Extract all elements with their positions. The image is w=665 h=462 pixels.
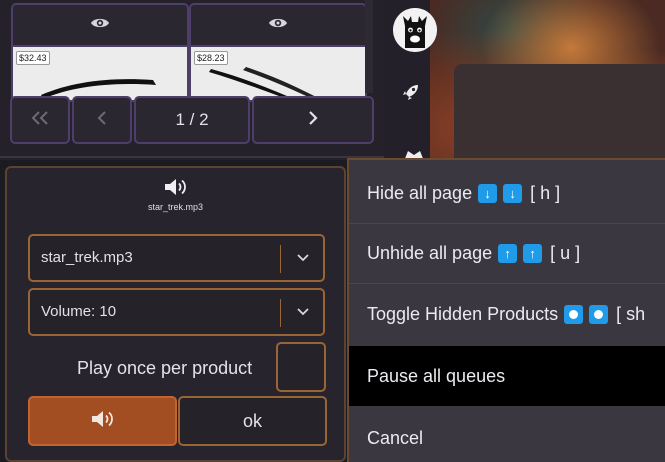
menu-shortcut: [ h ] bbox=[530, 183, 561, 203]
play-sound-button[interactable] bbox=[28, 396, 177, 446]
card-header bbox=[191, 5, 365, 47]
eye-icon[interactable] bbox=[90, 16, 110, 35]
background-panel bbox=[454, 64, 665, 160]
sound-select[interactable]: star_trek.mp3 bbox=[28, 234, 325, 282]
product-photo bbox=[209, 67, 323, 100]
arrow-up-icon: ↑ bbox=[523, 244, 543, 263]
arrow-down-icon: ↓ bbox=[478, 184, 498, 203]
arrow-down-icon: ↓ bbox=[503, 184, 523, 203]
volume-select[interactable]: Volume: 10 bbox=[28, 288, 325, 336]
menu-item-label: Cancel bbox=[367, 427, 424, 448]
product-image[interactable]: $32.43 bbox=[13, 47, 187, 100]
page-indicator: 1 / 2 bbox=[134, 96, 250, 144]
chevron-down-icon bbox=[296, 304, 310, 322]
prev-page-button[interactable] bbox=[72, 96, 132, 144]
menu-shortcut: [ sh bbox=[616, 303, 646, 324]
product-card[interactable]: $32.43 bbox=[11, 3, 189, 102]
eye-icon[interactable] bbox=[268, 16, 288, 35]
page-label: 1 / 2 bbox=[175, 110, 209, 129]
divider bbox=[0, 156, 384, 158]
first-page-button[interactable] bbox=[10, 96, 70, 144]
product-photo bbox=[41, 79, 156, 99]
menu-item-label: Pause all queues bbox=[367, 365, 506, 386]
sound-settings-modal: star_trek.mp3 star_trek.mp3 Volume: 10 P… bbox=[5, 166, 346, 462]
llama-logo bbox=[393, 8, 437, 52]
chevron-down-icon bbox=[296, 250, 310, 268]
sound-file-label: star_trek.mp3 bbox=[147, 202, 204, 212]
rocket-icon[interactable] bbox=[401, 82, 421, 107]
menu-item-label: Hide all page bbox=[367, 183, 473, 203]
speaker-icon bbox=[163, 177, 189, 202]
context-menu: Hide all page ↓ ↓ [ h ] Unhide all page … bbox=[347, 158, 665, 462]
record-button-icon bbox=[589, 304, 609, 324]
avatar[interactable] bbox=[393, 8, 437, 52]
speaker-icon bbox=[90, 409, 116, 434]
record-button-icon bbox=[564, 304, 584, 324]
menu-shortcut: [ u ] bbox=[550, 243, 581, 263]
sound-select-value: star_trek.mp3 bbox=[41, 249, 133, 266]
play-once-label: Play once per product bbox=[77, 358, 253, 378]
menu-item-label: Unhide all page bbox=[367, 243, 493, 263]
ok-button[interactable]: ok bbox=[178, 396, 327, 446]
menu-item-unhide-all-page[interactable]: Unhide all page ↑ ↑ [ u ] bbox=[349, 224, 665, 284]
chevron-right-icon bbox=[308, 110, 318, 130]
card-header bbox=[13, 5, 187, 47]
select-divider bbox=[280, 299, 281, 327]
chevron-left-icon bbox=[97, 110, 107, 130]
volume-select-value: Volume: 10 bbox=[41, 303, 117, 320]
select-divider bbox=[280, 245, 281, 273]
menu-item-label: Toggle Hidden Products bbox=[367, 303, 559, 324]
menu-item-pause-all-queues[interactable]: Pause all queues bbox=[349, 346, 665, 406]
product-card[interactable]: $28.23 bbox=[189, 3, 367, 102]
double-chevron-left-icon bbox=[31, 110, 49, 130]
menu-item-hide-all-page[interactable]: Hide all page ↓ ↓ [ h ] bbox=[349, 164, 665, 224]
next-page-button[interactable] bbox=[252, 96, 374, 144]
scrollbar[interactable] bbox=[365, 0, 373, 93]
product-image[interactable]: $28.23 bbox=[191, 47, 365, 100]
arrow-up-icon: ↑ bbox=[498, 244, 518, 263]
menu-item-cancel[interactable]: Cancel bbox=[349, 408, 665, 462]
menu-item-toggle-hidden-products[interactable]: Toggle Hidden Products [ sh bbox=[349, 284, 665, 344]
play-once-checkbox[interactable] bbox=[276, 342, 326, 392]
